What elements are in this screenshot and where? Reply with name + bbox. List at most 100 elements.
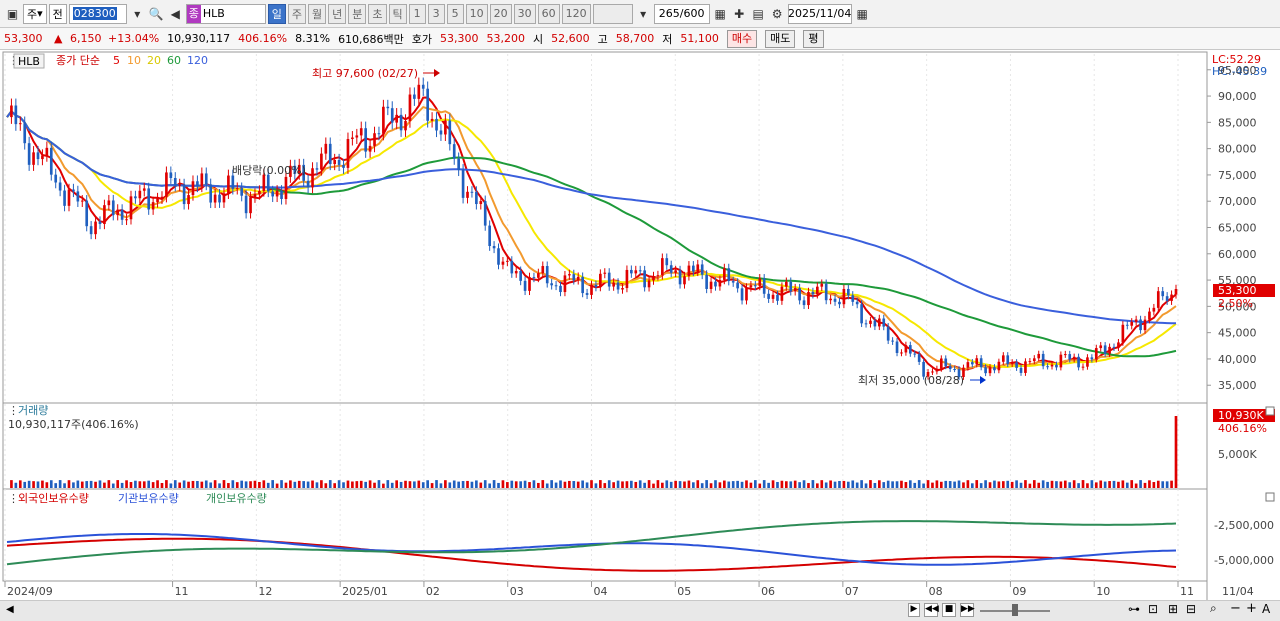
crosshair-icon[interactable]: ✚: [731, 4, 748, 24]
volume-bar: [178, 482, 182, 488]
volume-bar: [475, 480, 478, 488]
candle-body: [1059, 354, 1063, 368]
volume-pct: 406.16%: [238, 32, 288, 45]
period-3[interactable]: 3: [427, 3, 445, 24]
period-120[interactable]: 120: [561, 3, 591, 24]
candle-body: [85, 200, 89, 227]
zoom-in-icon[interactable]: +: [1246, 601, 1257, 616]
candle-body: [612, 282, 615, 287]
tool-icon-2[interactable]: ⊡: [1148, 602, 1158, 616]
candle-body: [683, 276, 686, 285]
volume-bar: [333, 483, 337, 488]
stock-chart[interactable]: ⋮ HLB 종가 단순 5 10 20 60 120 최고 97,600 (02…: [0, 50, 1280, 600]
volume-bar: [802, 480, 806, 488]
period-day[interactable]: 일: [267, 3, 286, 24]
candle-body: [506, 260, 509, 262]
candle-body: [554, 285, 558, 287]
volume-bar: [1024, 480, 1027, 488]
magnifier-icon[interactable]: ⌕: [1210, 601, 1217, 616]
candle-body: [200, 173, 204, 187]
stop-icon[interactable]: ■: [942, 603, 956, 617]
volume-bar: [346, 480, 350, 488]
period-week[interactable]: 주: [287, 3, 307, 24]
font-size-icon[interactable]: A: [1262, 602, 1270, 616]
chart-type-icon[interactable]: ▦: [712, 4, 729, 24]
zoom-out-icon[interactable]: −: [1230, 601, 1241, 616]
speaker-icon[interactable]: ◀: [167, 4, 184, 24]
period-minute[interactable]: 분: [348, 3, 367, 24]
tool-icon-4[interactable]: ⊟: [1186, 602, 1196, 616]
period-tick[interactable]: 틱: [388, 3, 407, 24]
volume-bar: [997, 481, 1001, 488]
period-type-select[interactable]: 주 ▾: [23, 3, 47, 24]
volume-bar: [76, 480, 80, 488]
candle-body: [993, 367, 996, 371]
eval-button[interactable]: 평: [803, 29, 824, 48]
search-icon[interactable]: 🔍: [148, 4, 165, 24]
volume-bar: [200, 481, 204, 488]
dropdown-icon[interactable]: ▾: [129, 4, 146, 24]
chevron-down-icon[interactable]: ▾: [635, 4, 652, 24]
sell-button[interactable]: 매도: [765, 29, 796, 48]
scroll-left-icon[interactable]: ◀: [6, 604, 14, 615]
candle-body: [665, 258, 669, 266]
volume-bar: [1006, 480, 1010, 488]
code-input[interactable]: 028300: [68, 3, 127, 24]
period-second[interactable]: 초: [368, 3, 387, 24]
volume-bar: [559, 480, 562, 488]
candle-body: [196, 181, 199, 187]
scroll-bar[interactable]: ◀ ▶ ◀◀ ■ ▶▶ ⊶ ⊡ ⊞ ⊟ ⌕ − + A: [0, 600, 1280, 621]
period-month[interactable]: 월: [308, 3, 327, 24]
prev-button[interactable]: 전: [48, 3, 67, 24]
volume-panel[interactable]: [2, 402, 1208, 490]
period-20[interactable]: 20: [489, 3, 512, 24]
candle-body: [1143, 319, 1147, 331]
candle-body: [213, 194, 217, 203]
volume-close-icon[interactable]: [1265, 406, 1275, 416]
price-panel[interactable]: [2, 51, 1208, 404]
volume-bar: [621, 481, 624, 488]
candle-body: [501, 261, 505, 265]
last-price-pct: 2.50%: [1218, 297, 1253, 310]
tool-icon-3[interactable]: ⊞: [1168, 602, 1178, 616]
volume-bar: [103, 482, 106, 488]
rewind-icon[interactable]: ◀◀: [924, 603, 939, 617]
save-icon[interactable]: ▤: [750, 4, 767, 24]
holding-close-icon[interactable]: [1265, 492, 1275, 502]
high-note: 최고 97,600 (02/27): [312, 67, 418, 80]
candle-body: [559, 285, 562, 293]
x-tick-label: 08: [929, 585, 943, 598]
custom-period-input[interactable]: [592, 3, 633, 24]
count-field[interactable]: 265/600: [653, 3, 710, 24]
gear-icon[interactable]: ⚙: [769, 4, 786, 24]
low-price: 51,100: [680, 32, 719, 45]
buy-button[interactable]: 매수: [726, 29, 758, 48]
stock-name-field[interactable]: 종 HLB: [185, 3, 266, 24]
candle-body: [514, 270, 518, 274]
forward-icon[interactable]: ▶▶: [960, 603, 975, 617]
ma10-label: 10: [127, 54, 141, 67]
open-label: 시: [533, 32, 544, 46]
volume-bar: [1077, 483, 1080, 488]
candle-body: [390, 108, 394, 123]
volume-bar: [452, 480, 456, 488]
zoom-slider-handle[interactable]: [1012, 604, 1018, 616]
period-1[interactable]: 1: [408, 3, 426, 24]
window-icon[interactable]: ▣: [4, 4, 21, 24]
tool-icon-1[interactable]: ⊶: [1128, 602, 1140, 616]
play-icon[interactable]: ▶: [908, 603, 920, 617]
candle-body: [1037, 353, 1041, 359]
candle-body: [634, 270, 638, 274]
period-year[interactable]: 년: [328, 3, 347, 24]
period-10[interactable]: 10: [465, 3, 488, 24]
date-field[interactable]: 2025/11/04: [787, 3, 852, 24]
candle-body: [483, 201, 487, 226]
period-30[interactable]: 30: [513, 3, 536, 24]
candle-body: [643, 270, 646, 288]
candle-body: [324, 143, 328, 154]
candle-body: [98, 221, 102, 225]
period-60[interactable]: 60: [537, 3, 560, 24]
period-5[interactable]: 5: [446, 3, 464, 24]
volume-bar: [120, 482, 124, 488]
calendar-icon[interactable]: ▦: [854, 4, 871, 24]
